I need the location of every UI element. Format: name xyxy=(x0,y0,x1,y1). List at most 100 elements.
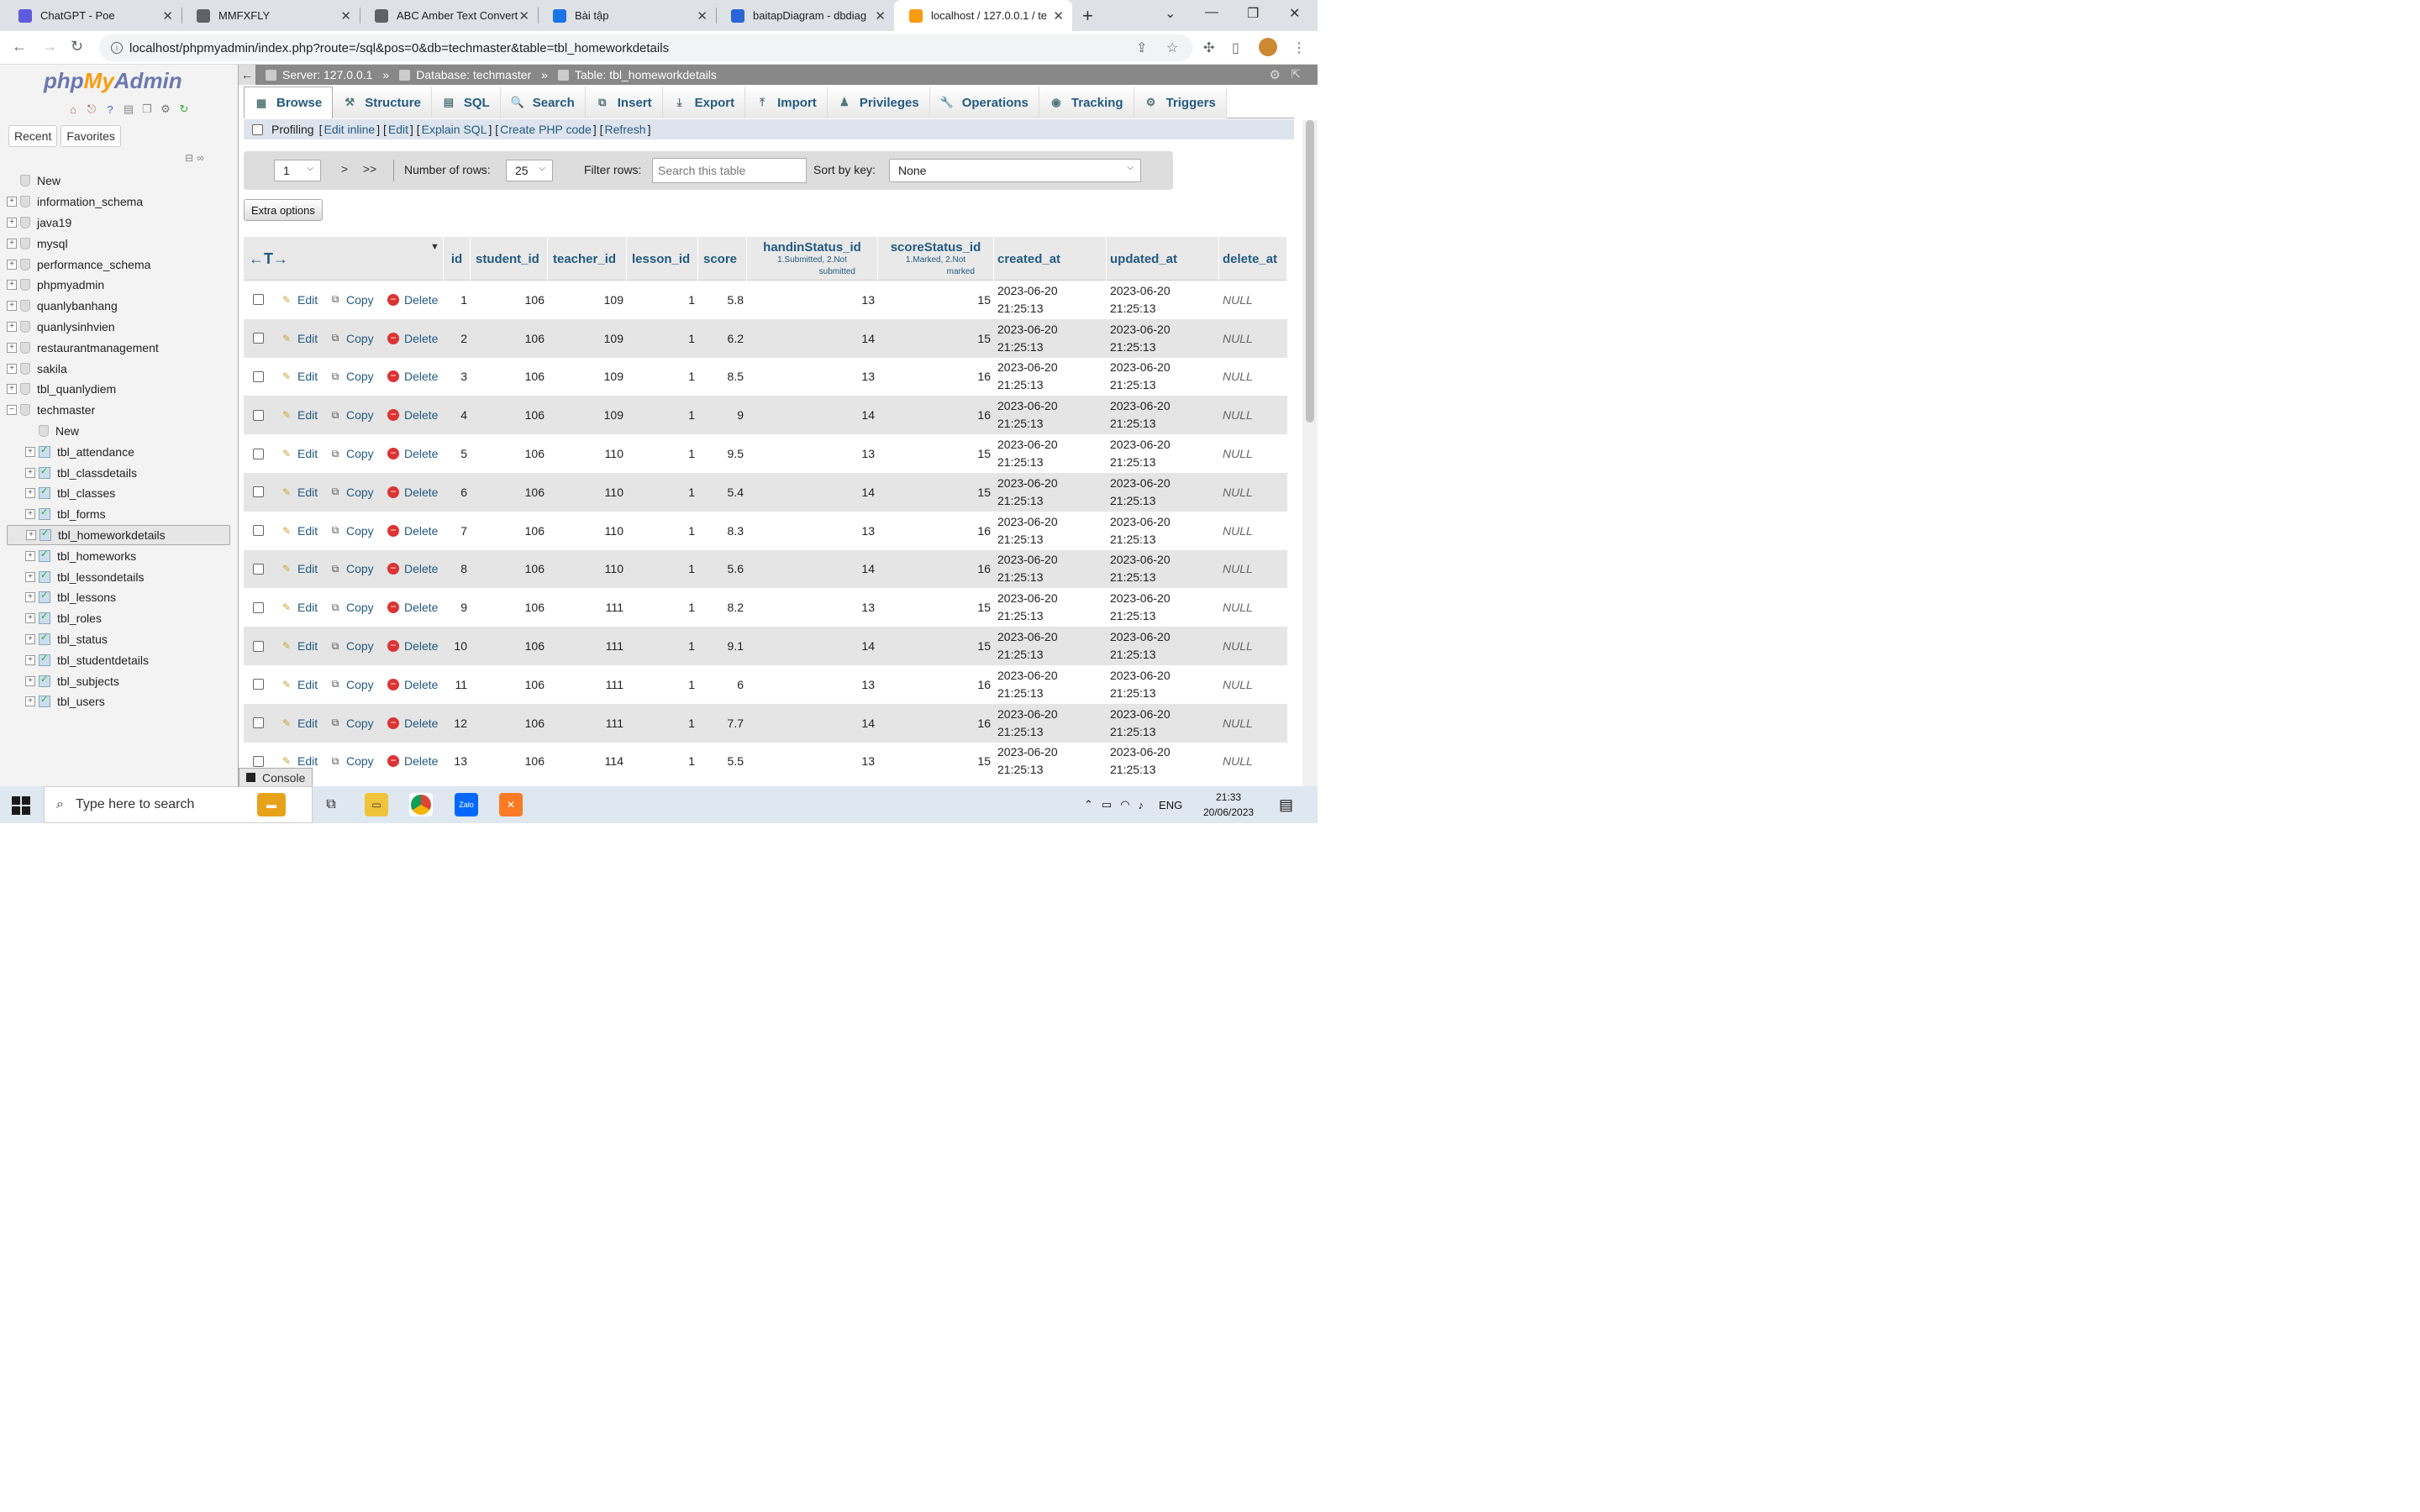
close-tab-icon[interactable]: ✕ xyxy=(1053,8,1064,24)
cell-id[interactable]: 12 xyxy=(444,704,471,743)
tab-operations[interactable]: 🔧 Operations xyxy=(929,87,1039,118)
cell-handin-status[interactable]: 13 xyxy=(747,665,878,704)
row-checkbox[interactable] xyxy=(253,601,264,613)
last-page-button[interactable]: >> xyxy=(360,162,380,176)
cell-score-status[interactable]: 16 xyxy=(878,358,994,396)
cell-score[interactable]: 8.5 xyxy=(698,358,747,396)
tab-sql[interactable]: ▤ SQL xyxy=(431,87,501,118)
cell-score[interactable]: 5.6 xyxy=(698,550,747,589)
row-checkbox[interactable] xyxy=(253,333,264,344)
cell-score-status[interactable]: 15 xyxy=(878,434,994,473)
expand-icon[interactable]: + xyxy=(7,384,17,395)
file-explorer-icon[interactable]: ▭ xyxy=(365,793,388,816)
page-select[interactable]: 1 ⌵ xyxy=(274,160,321,181)
cell-teacher-id[interactable]: 109 xyxy=(548,319,627,358)
expand-icon[interactable]: + xyxy=(7,363,17,374)
scrollbar-thumb[interactable] xyxy=(1306,120,1314,423)
tab-tracking[interactable]: ◉ Tracking xyxy=(1039,87,1134,118)
delete-row-button[interactable]: − Delete xyxy=(387,627,438,665)
cell-id[interactable]: 7 xyxy=(444,512,471,550)
cell-score[interactable]: 5.5 xyxy=(698,743,747,781)
table-row[interactable]: ✎ Edit ⧉ Copy − Delete 1 106 109 1 5.8 13 15 2023-06-… xyxy=(244,281,1287,319)
cell-score-status[interactable]: 16 xyxy=(878,550,994,589)
close-tab-icon[interactable]: ✕ xyxy=(697,8,708,24)
copy-row-button[interactable]: ⧉ Copy xyxy=(329,319,374,358)
cell-id[interactable]: 11 xyxy=(444,665,471,704)
cell-delete-at[interactable]: NULL xyxy=(1219,473,1287,512)
windows-start-icon[interactable] xyxy=(12,796,30,815)
table-row[interactable]: ✎ Edit ⧉ Copy − Delete 13 106 114 1 5.5 13 15 2023-06… xyxy=(244,742,1287,781)
delete-row-button[interactable]: − Delete xyxy=(387,319,438,358)
profile-avatar[interactable] xyxy=(1259,38,1277,56)
cell-lesson-id[interactable]: 1 xyxy=(627,358,698,396)
tree-table-item[interactable]: + tbl_attendance xyxy=(7,441,230,462)
cell-teacher-id[interactable]: 111 xyxy=(548,665,627,704)
reload-icon[interactable]: ↻ xyxy=(71,38,83,55)
expand-icon[interactable]: + xyxy=(25,592,35,603)
copy-row-button[interactable]: ⧉ Copy xyxy=(329,704,374,743)
cell-teacher-id[interactable]: 114 xyxy=(548,743,627,781)
cell-id[interactable]: 3 xyxy=(444,358,471,396)
copy-row-button[interactable]: ⧉ Copy xyxy=(329,473,374,512)
cell-score[interactable]: 5.4 xyxy=(698,473,747,512)
table-row[interactable]: ✎ Edit ⧉ Copy − Delete 5 106 110 1 9.5 13 15 2023-06-… xyxy=(244,434,1287,473)
breadcrumb-database[interactable]: Database: techmaster xyxy=(399,68,531,81)
row-checkbox[interactable] xyxy=(253,640,264,652)
cell-student-id[interactable]: 106 xyxy=(471,358,548,396)
notifications-icon[interactable]: ▤ xyxy=(1279,786,1293,823)
cell-student-id[interactable]: 106 xyxy=(471,396,548,434)
cell-created-at[interactable]: 2023-06-20 21:25:13 xyxy=(996,512,1107,550)
settings-icon[interactable]: ⚙ xyxy=(158,102,173,117)
expand-icon[interactable]: + xyxy=(26,529,36,540)
copy-row-button[interactable]: ⧉ Copy xyxy=(329,358,374,396)
cell-score-status[interactable]: 16 xyxy=(878,704,994,743)
tab-import[interactable]: ⤒ Import xyxy=(745,87,828,118)
cell-delete-at[interactable]: NULL xyxy=(1219,434,1287,473)
table-row[interactable]: ✎ Edit ⧉ Copy − Delete 7 106 110 1 8.3 13 16 2023-06-… xyxy=(244,511,1287,550)
extra-options-button[interactable]: Extra options xyxy=(244,199,323,221)
table-row[interactable]: ✎ Edit ⧉ Copy − Delete 10 106 111 1 9.1 14 15 2023-06… xyxy=(244,627,1287,665)
row-checkbox[interactable] xyxy=(253,525,264,537)
cell-teacher-id[interactable]: 111 xyxy=(548,588,627,627)
tab-structure[interactable]: ⚒ Structure xyxy=(333,87,432,118)
column-options-icon[interactable]: ▼ xyxy=(430,242,439,252)
cell-updated-at[interactable]: 2023-06-20 21:25:13 xyxy=(1108,319,1219,358)
tree-table-item[interactable]: + tbl_roles xyxy=(7,608,230,629)
edit-row-button[interactable]: ✎ Edit xyxy=(281,281,318,319)
expand-icon[interactable]: + xyxy=(7,342,17,353)
close-tab-icon[interactable]: ✕ xyxy=(875,8,886,24)
column-resize-arrows[interactable]: ←T→ xyxy=(244,237,444,281)
cell-score[interactable]: 9.5 xyxy=(698,434,747,473)
next-page-button[interactable]: > xyxy=(334,162,355,176)
cell-created-at[interactable]: 2023-06-20 21:25:13 xyxy=(996,358,1107,396)
cell-lesson-id[interactable]: 1 xyxy=(627,281,698,319)
phpmyadmin-logo[interactable]: phpMyAdmin xyxy=(44,68,182,94)
column-header-teacher-id[interactable]: teacher_id xyxy=(548,237,627,281)
sort-by-key-select[interactable]: None ⌵ xyxy=(889,159,1141,182)
vertical-scrollbar[interactable] xyxy=(1302,120,1318,786)
copy-row-button[interactable]: ⧉ Copy xyxy=(329,665,374,704)
tree-database-item[interactable]: − techmaster xyxy=(7,400,230,421)
breadcrumb-table[interactable]: Table: tbl_homeworkdetails xyxy=(557,68,717,81)
collapse-icon[interactable]: − xyxy=(7,405,17,416)
cell-student-id[interactable]: 106 xyxy=(471,473,548,512)
expand-icon[interactable]: + xyxy=(7,321,17,332)
cell-score-status[interactable]: 15 xyxy=(878,627,994,665)
column-header-score-status[interactable]: scoreStatus_id 1.Marked, 2.Not marked xyxy=(878,237,994,281)
cell-student-id[interactable]: 106 xyxy=(471,550,548,589)
copy-row-button[interactable]: ⧉ Copy xyxy=(329,434,374,473)
tree-database-item[interactable]: + information_schema xyxy=(7,192,230,213)
tab-search-icon[interactable]: ⌄ xyxy=(1165,5,1176,22)
cell-updated-at[interactable]: 2023-06-20 21:25:13 xyxy=(1108,434,1219,473)
cell-student-id[interactable]: 106 xyxy=(471,627,548,665)
cell-id[interactable]: 9 xyxy=(444,588,471,627)
site-info-icon[interactable]: i xyxy=(111,42,123,54)
delete-row-button[interactable]: − Delete xyxy=(387,588,438,627)
side-panel-icon[interactable]: ▯ xyxy=(1232,39,1239,56)
table-row[interactable]: ✎ Edit ⧉ Copy − Delete 6 106 110 1 5.4 14 15 2023-06-… xyxy=(244,472,1287,512)
cell-student-id[interactable]: 106 xyxy=(471,743,548,781)
delete-row-button[interactable]: − Delete xyxy=(387,396,438,434)
language-indicator[interactable]: ENG xyxy=(1159,799,1182,811)
tab-privileges[interactable]: ♟ Privileges xyxy=(827,87,930,118)
table-row[interactable]: ✎ Edit ⧉ Copy − Delete 12 106 111 1 7.7 14 16 2023-06… xyxy=(244,703,1287,743)
